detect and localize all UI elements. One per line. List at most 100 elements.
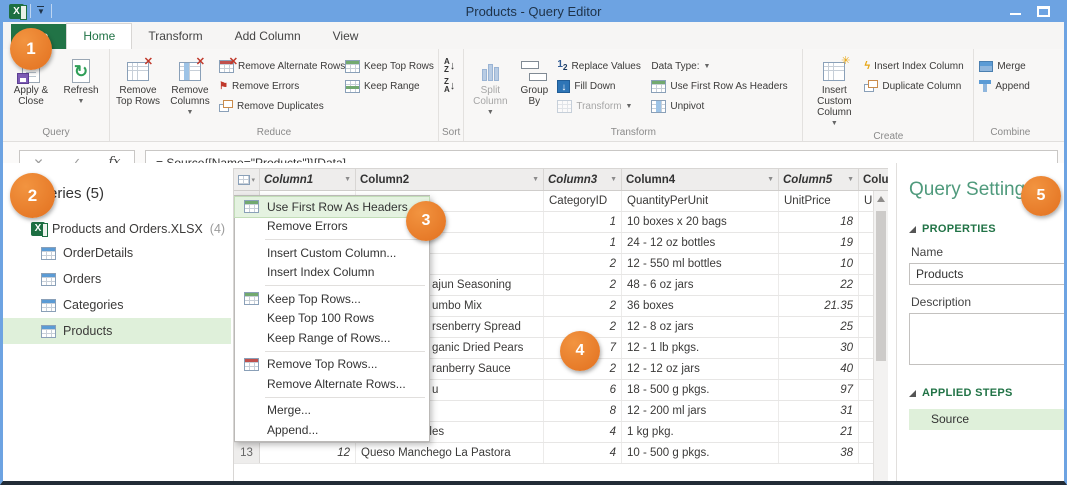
- grid-cell[interactable]: Queso Manchego La Pastora: [356, 443, 544, 463]
- grid-cell[interactable]: 12 - 550 ml bottles: [622, 254, 779, 274]
- insert-index-column-button[interactable]: ϟ Insert Index Column: [862, 56, 970, 76]
- grid-corner-cell[interactable]: ▾: [234, 169, 260, 190]
- grid-cell[interactable]: 30: [779, 338, 859, 358]
- grid-cell[interactable]: 1 kg pkg.: [622, 422, 779, 442]
- keep-range-button[interactable]: Keep Range: [343, 76, 435, 96]
- column-header-column5[interactable]: Column5 ▼: [779, 169, 859, 190]
- vertical-scrollbar[interactable]: [873, 191, 888, 481]
- applied-step-source[interactable]: Source: [909, 409, 1064, 430]
- filter-dropdown-icon[interactable]: ▼: [610, 176, 617, 183]
- grid-cell[interactable]: 22: [779, 275, 859, 295]
- grid-cell[interactable]: 1: [544, 212, 622, 232]
- data-type-dropdown[interactable]: Data Type: ▼: [649, 56, 799, 76]
- minimize-icon[interactable]: [1010, 6, 1023, 17]
- grid-cell[interactable]: 4: [544, 443, 622, 463]
- group-by-button[interactable]: Group By: [513, 52, 555, 120]
- grid-cell[interactable]: 2: [544, 296, 622, 316]
- grid-cell[interactable]: 12: [260, 443, 356, 463]
- tab-transform[interactable]: Transform: [132, 24, 218, 49]
- remove-top-rows-button[interactable]: ✕ Remove Top Rows: [113, 52, 163, 120]
- grid-cell[interactable]: 24 - 12 oz bottles: [622, 233, 779, 253]
- refresh-button[interactable]: ↻ Refresh ▼: [56, 52, 106, 120]
- grid-cell[interactable]: QuantityPerUnit: [622, 191, 779, 211]
- merge-button[interactable]: Merge: [977, 56, 1043, 76]
- menu-item-insert-custom-column[interactable]: Insert Custom Column...: [235, 243, 429, 263]
- menu-item-remove-alternate-rows[interactable]: Remove Alternate Rows...: [235, 374, 429, 394]
- scrollbar-thumb[interactable]: [876, 211, 886, 361]
- sidebar-item-orderdetails[interactable]: OrderDetails: [3, 240, 231, 266]
- unpivot-button[interactable]: Unpivot: [649, 96, 799, 116]
- transform-button[interactable]: Transform ▼: [555, 96, 649, 116]
- grid-cell[interactable]: 12 - 1 lb pkgs.: [622, 338, 779, 358]
- fill-down-button[interactable]: ↓ Fill Down: [555, 76, 649, 96]
- column-header-column6[interactable]: Column6: [859, 169, 888, 190]
- table-row[interactable]: 13 12 Queso Manchego La Pastora 4 10 - 500 g…: [234, 443, 888, 464]
- grid-cell[interactable]: 6: [544, 380, 622, 400]
- menu-item-keep-top-rows[interactable]: Keep Top Rows...: [235, 289, 429, 309]
- menu-item-keep-range-of-rows[interactable]: Keep Range of Rows...: [235, 328, 429, 348]
- sort-ascending-button[interactable]: A Z ↓: [442, 56, 457, 76]
- applied-steps-section-header[interactable]: APPLIED STEPS: [909, 387, 1064, 399]
- filter-dropdown-icon[interactable]: ▼: [847, 176, 854, 183]
- remove-errors-button[interactable]: ⚑ Remove Errors: [217, 76, 343, 96]
- append-button[interactable]: Append: [977, 76, 1043, 96]
- filter-dropdown-icon[interactable]: ▼: [344, 176, 351, 183]
- grid-cell[interactable]: 12 - 200 ml jars: [622, 401, 779, 421]
- sort-descending-button[interactable]: Z A ↓: [442, 76, 457, 96]
- description-field[interactable]: [909, 313, 1064, 365]
- grid-cell[interactable]: 10 boxes x 20 bags: [622, 212, 779, 232]
- grid-cell[interactable]: 40: [779, 359, 859, 379]
- filter-dropdown-icon[interactable]: ▼: [532, 176, 539, 183]
- grid-cell[interactable]: 19: [779, 233, 859, 253]
- grid-cell[interactable]: 31: [779, 401, 859, 421]
- grid-cell[interactable]: 1: [544, 233, 622, 253]
- use-first-row-as-headers-button[interactable]: Use First Row As Headers: [649, 76, 799, 96]
- tab-add-column[interactable]: Add Column: [219, 24, 317, 49]
- menu-item-keep-top-100-rows[interactable]: Keep Top 100 Rows: [235, 309, 429, 329]
- properties-section-header[interactable]: PROPERTIES: [909, 223, 1064, 235]
- filter-dropdown-icon[interactable]: ▼: [767, 176, 774, 183]
- column-header-column4[interactable]: Column4 ▼: [622, 169, 779, 190]
- grid-cell[interactable]: CategoryID: [544, 191, 622, 211]
- menu-item-use-first-row-as-headers[interactable]: Use First Row As Headers: [234, 196, 430, 218]
- grid-cell[interactable]: 21.35: [779, 296, 859, 316]
- grid-cell[interactable]: 12 - 8 oz jars: [622, 317, 779, 337]
- grid-cell[interactable]: 21: [779, 422, 859, 442]
- name-field[interactable]: Products: [909, 263, 1064, 285]
- column-header-column3[interactable]: Column3 ▼: [544, 169, 622, 190]
- grid-cell[interactable]: 12 - 12 oz jars: [622, 359, 779, 379]
- grid-cell[interactable]: 18: [779, 212, 859, 232]
- grid-cell[interactable]: 10 - 500 g pkgs.: [622, 443, 779, 463]
- grid-cell[interactable]: 2: [544, 275, 622, 295]
- workbook-item[interactable]: X Products and Orders.XLSX (4): [3, 218, 231, 240]
- grid-cell[interactable]: 25: [779, 317, 859, 337]
- keep-top-rows-button[interactable]: Keep Top Rows: [343, 56, 435, 76]
- grid-cell[interactable]: 97: [779, 380, 859, 400]
- grid-cell[interactable]: 8: [544, 401, 622, 421]
- grid-cell[interactable]: UnitPrice: [779, 191, 859, 211]
- grid-cell[interactable]: 18 - 500 g pkgs.: [622, 380, 779, 400]
- sidebar-item-categories[interactable]: Categories: [3, 292, 231, 318]
- menu-item-remove-top-rows[interactable]: Remove Top Rows...: [235, 355, 429, 375]
- menu-item-insert-index-column[interactable]: Insert Index Column: [235, 263, 429, 283]
- grid-cell[interactable]: 4: [544, 422, 622, 442]
- replace-values-button[interactable]: 12 Replace Values: [555, 56, 649, 76]
- menu-item-merge[interactable]: Merge...: [235, 401, 429, 421]
- remove-columns-button[interactable]: ✕ Remove Columns ▼: [163, 52, 217, 120]
- duplicate-column-button[interactable]: Duplicate Column: [862, 76, 970, 96]
- sidebar-item-orders[interactable]: Orders: [3, 266, 231, 292]
- column-header-column2[interactable]: Column2 ▼: [356, 169, 544, 190]
- menu-item-remove-errors[interactable]: Remove Errors: [235, 217, 429, 237]
- grid-cell[interactable]: 38: [779, 443, 859, 463]
- column-header-column1[interactable]: Column1 ▼: [260, 169, 356, 190]
- grid-cell[interactable]: 48 - 6 oz jars: [622, 275, 779, 295]
- insert-custom-column-button[interactable]: ✳ Insert Custom Column ▼: [806, 52, 862, 129]
- maximize-icon[interactable]: [1037, 5, 1050, 17]
- split-column-button[interactable]: Split Column ▼: [467, 52, 513, 120]
- expander-triangle-icon[interactable]: [909, 225, 916, 233]
- remove-duplicates-button[interactable]: Remove Duplicates: [217, 96, 343, 116]
- tab-view[interactable]: View: [317, 24, 375, 49]
- menu-item-append[interactable]: Append...: [235, 420, 429, 440]
- expander-triangle-icon[interactable]: [909, 389, 916, 397]
- remove-alternate-rows-button[interactable]: ✕ Remove Alternate Rows: [217, 56, 345, 76]
